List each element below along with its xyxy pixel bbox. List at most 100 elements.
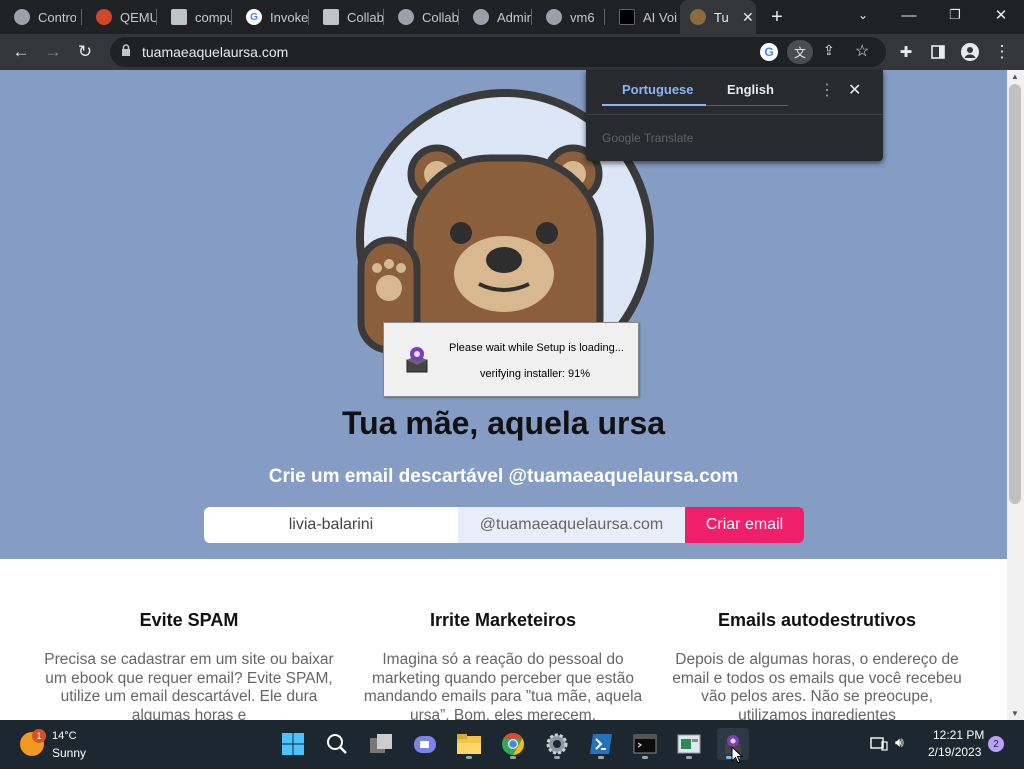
running-indicator — [686, 756, 692, 759]
feature-text: Imagina só a reação do pessoal do market… — [363, 651, 643, 720]
forward-button[interactable]: → — [40, 39, 66, 65]
app-icon — [619, 9, 635, 25]
clock-date[interactable]: 2/19/2023 — [928, 745, 981, 759]
tab[interactable]: Collab — [309, 0, 384, 34]
settings-gear-icon[interactable] — [541, 728, 573, 760]
translate-icon[interactable]: 文 — [787, 40, 813, 64]
github-icon — [546, 9, 562, 25]
tab-active[interactable]: Tu ✕ — [680, 0, 756, 34]
scroll-up-icon[interactable]: ▲ — [1011, 72, 1019, 81]
tab-strip: Contro QEMU compu G Invoke Collab Collab … — [0, 0, 1024, 34]
bear-icon — [690, 9, 706, 25]
clock-time[interactable]: 12:21 PM — [933, 728, 984, 742]
scroll-down-icon[interactable]: ▼ — [1011, 709, 1019, 718]
create-email-form: @tuamaeaquelaursa.com Criar email — [204, 507, 804, 543]
running-indicator — [554, 756, 560, 759]
feature-title: Emails autodestrutivos — [717, 610, 917, 630]
side-panel-icon[interactable] — [925, 39, 951, 65]
file-explorer-icon[interactable] — [453, 728, 485, 760]
extensions-icon[interactable]: ✚ — [893, 39, 919, 65]
notification-badge[interactable]: 2 — [988, 736, 1004, 752]
volume-icon[interactable]: 🔊︎ — [895, 734, 904, 751]
active-tab-indicator — [602, 104, 706, 106]
stack-icon — [171, 9, 187, 25]
restore-button[interactable]: ❐ — [932, 0, 978, 30]
tab[interactable]: compu — [157, 0, 232, 34]
tab-search-icon[interactable]: ⌄ — [840, 0, 886, 30]
running-indicator — [510, 756, 516, 759]
new-tab-button[interactable]: + — [754, 2, 800, 32]
weather-temperature[interactable]: 14°C — [52, 730, 77, 742]
lock-icon — [121, 44, 131, 56]
mouse-cursor-icon — [731, 745, 744, 769]
chrome-icon[interactable] — [497, 728, 529, 760]
feature-card: Evite SPAM Precisa se cadastrar em um si… — [39, 610, 339, 720]
google-translate-label: Google Translate — [602, 131, 694, 145]
feature-title: Irrite Marketeiros — [429, 610, 577, 630]
tab[interactable]: G Invoke — [232, 0, 309, 34]
browser-toolbar: ← → ↻ tuamaeaquelaursa.com G 文 ⇪ ☆ ✚ ⋮ — [0, 34, 1024, 70]
tab[interactable]: Contro — [0, 0, 82, 34]
feature-card: Irrite Marketeiros Imagina só a reação d… — [353, 610, 653, 720]
setup-progress-text: verifying installer: 91% — [480, 368, 591, 380]
stack-icon — [323, 9, 339, 25]
tab[interactable]: Collab — [384, 0, 459, 34]
network-display-icon[interactable] — [870, 736, 888, 757]
share-icon[interactable]: ⇪ — [823, 42, 835, 59]
username-input[interactable] — [204, 507, 458, 543]
more-options-icon[interactable]: ⋮ — [819, 80, 835, 100]
minimize-button[interactable]: — — [886, 0, 932, 30]
feature-text: Precisa se cadastrar em um site ou baixa… — [44, 651, 334, 720]
tab[interactable]: QEMU — [82, 0, 157, 34]
setup-message: Please wait while Setup is loading... — [449, 342, 624, 354]
page-title: Tua mãe, aquela ursa — [341, 405, 666, 441]
menu-icon[interactable]: ⋮ — [989, 39, 1015, 65]
translate-popup: Portuguese English ⋮ ✕ Google Translate — [586, 70, 883, 161]
start-button[interactable] — [277, 728, 309, 760]
teams-chat-icon[interactable] — [409, 728, 441, 760]
page-subtitle: Crie um email descartável @tuamaeaquelau… — [268, 466, 739, 487]
weather-description[interactable]: Sunny — [52, 746, 86, 760]
setup-loading-dialog: Please wait while Setup is loading... ve… — [383, 322, 639, 397]
powershell-icon[interactable] — [585, 728, 617, 760]
profile-icon[interactable] — [957, 39, 983, 65]
feature-title: Evite SPAM — [139, 610, 239, 630]
close-icon[interactable]: ✕ — [848, 80, 861, 100]
scrollbar-thumb[interactable] — [1009, 84, 1021, 504]
remote-desktop-icon[interactable] — [673, 728, 705, 760]
back-button[interactable]: ← — [8, 39, 34, 65]
github-icon — [14, 9, 30, 25]
create-email-button[interactable]: Criar email — [685, 507, 804, 543]
close-window-button[interactable]: ✕ — [978, 0, 1024, 30]
close-tab-icon[interactable]: ✕ — [742, 9, 754, 26]
windows-taskbar: 1 14°C Sunny � — [0, 720, 1024, 768]
feature-card: Emails autodestrutivos Depois de algumas… — [667, 610, 967, 720]
tab[interactable]: Admin — [459, 0, 532, 34]
url-text[interactable]: tuamaeaquelaursa.com — [142, 44, 288, 60]
tab[interactable]: AI Voi — [605, 0, 680, 34]
page-scrollbar[interactable]: ▲ ▼ — [1007, 70, 1024, 720]
reload-button[interactable]: ↻ — [72, 39, 98, 65]
address-bar[interactable]: tuamaeaquelaursa.com G 文 ⇪ ☆ — [110, 37, 886, 67]
search-icon[interactable] — [321, 728, 353, 760]
bookmark-star-icon[interactable]: ☆ — [855, 41, 869, 61]
google-lens-icon[interactable]: G — [760, 43, 778, 61]
tab-target-language[interactable]: English — [727, 82, 774, 97]
tab[interactable]: vm6 — [532, 0, 605, 34]
github-icon — [473, 9, 489, 25]
running-indicator — [466, 756, 472, 759]
feature-text: Depois de algumas horas, o endereço de e… — [672, 651, 962, 720]
tab-divider — [706, 105, 788, 106]
weather-badge: 1 — [32, 729, 46, 743]
google-icon: G — [246, 9, 262, 25]
qemu-icon — [96, 9, 112, 25]
running-indicator — [642, 756, 648, 759]
task-view-icon[interactable] — [365, 728, 397, 760]
installer-icon — [404, 346, 430, 374]
email-domain-suffix: @tuamaeaquelaursa.com — [458, 507, 685, 543]
running-indicator — [598, 756, 604, 759]
terminal-icon[interactable] — [629, 728, 661, 760]
tab-source-language[interactable]: Portuguese — [622, 82, 694, 97]
github-icon — [398, 9, 414, 25]
divider — [586, 114, 883, 115]
